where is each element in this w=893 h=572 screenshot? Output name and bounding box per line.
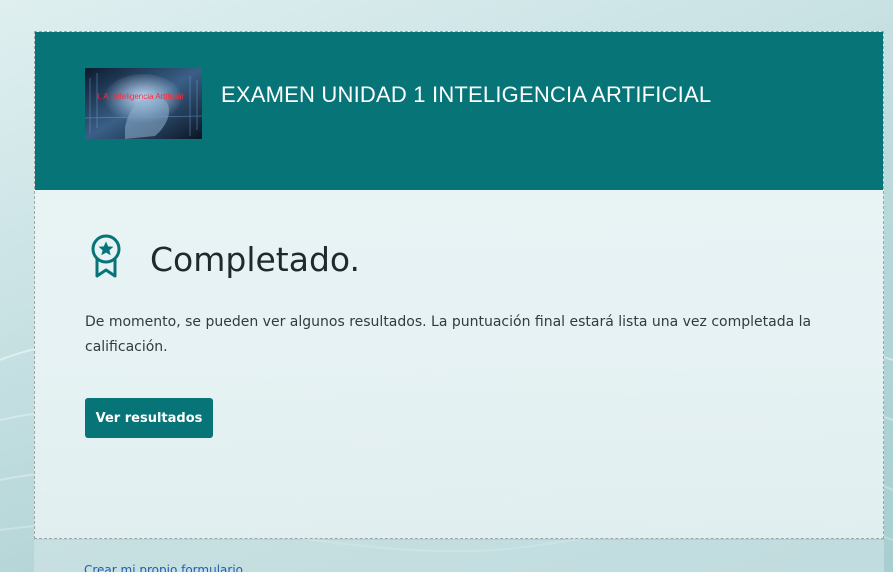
- result-message: De momento, se pueden ver algunos result…: [85, 314, 812, 355]
- form-header: I. A. Inteligencia Artificial EXAMEN UNI…: [35, 32, 883, 190]
- create-own-form-link[interactable]: Crear mi propio formulario: [84, 563, 243, 572]
- view-results-button[interactable]: Ver resultados: [85, 398, 213, 438]
- header-image: I. A. Inteligencia Artificial: [85, 68, 202, 139]
- result-panel: Completado. De momento, se pueden ver al…: [35, 190, 883, 538]
- form-title: EXAMEN UNIDAD 1 INTELIGENCIA ARTIFICIAL: [221, 82, 712, 107]
- form-card: I. A. Inteligencia Artificial EXAMEN UNI…: [34, 31, 884, 539]
- completed-heading: Completado.: [150, 240, 361, 279]
- award-ribbon-icon: [91, 234, 121, 278]
- header-image-caption: I. A. Inteligencia Artificial: [97, 92, 183, 101]
